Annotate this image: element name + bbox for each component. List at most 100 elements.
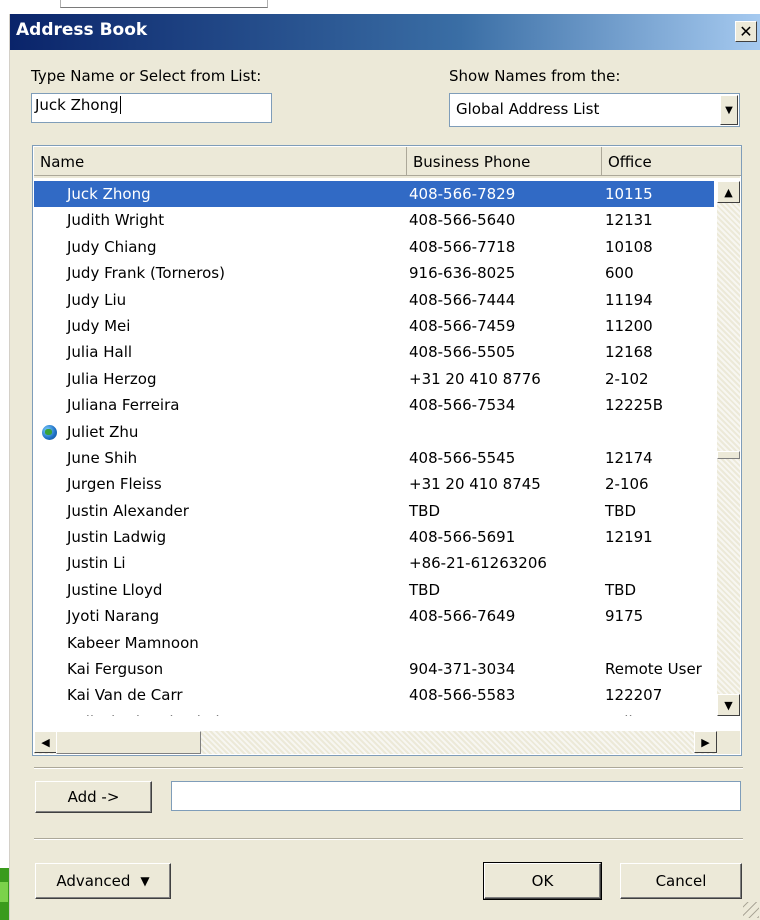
vertical-scroll-thumb[interactable]	[717, 451, 740, 459]
office-cell: TBD	[605, 501, 637, 520]
table-row[interactable]: Julia Herzog +31 20 410 8776 2-102	[34, 366, 714, 392]
column-header-name[interactable]: Name	[34, 147, 407, 176]
column-header-business-phone[interactable]: Business Phone	[407, 147, 602, 176]
list-header: Name Business Phone Office	[34, 147, 741, 178]
office-cell: 12191	[605, 528, 653, 547]
scroll-down-button[interactable]: ▼	[717, 694, 740, 716]
list-rows: Juck Zhong 408-566-7829 10115 Judith Wright…	[34, 181, 714, 716]
table-row[interactable]: Kabeer Mamnoon	[34, 630, 714, 656]
name-cell: Kailash Chandrashekar	[67, 713, 239, 716]
ok-button[interactable]: OK	[483, 862, 602, 900]
business-phone-cell: +31 20 410 8776	[409, 369, 541, 388]
business-phone-cell: 408-566-5583	[409, 686, 516, 705]
horizontal-scrollbar[interactable]: ◀ ▶	[34, 731, 717, 754]
dropdown-button[interactable]: ▼	[720, 95, 738, 125]
chevron-down-icon: ▼	[725, 104, 733, 116]
arrow-down-icon: ▼	[724, 698, 733, 712]
name-cell: Judith Wright	[67, 211, 165, 230]
table-row[interactable]: Kai Van de Carr 408-566-5583 122207	[34, 682, 714, 708]
table-row[interactable]: Justin Li +86-21-61263206	[34, 550, 714, 576]
office-cell: TBD	[605, 580, 637, 599]
office-cell: 10108	[605, 237, 653, 256]
office-cell: 9175	[605, 607, 644, 626]
title-bar[interactable]: Address Book ✕	[10, 14, 760, 50]
scroll-corner	[717, 731, 740, 754]
table-row[interactable]: Judy Chiang 408-566-7718 10108	[34, 234, 714, 260]
table-row[interactable]: June Shih 408-566-5545 12174	[34, 445, 714, 471]
table-row[interactable]: Judy Mei 408-566-7459 11200	[34, 313, 714, 339]
add-recipients-field[interactable]	[171, 781, 741, 811]
table-row[interactable]: Julia Hall 408-566-5505 12168	[34, 339, 714, 365]
business-phone-cell: 408-566-7829	[409, 185, 516, 203]
address-list-select[interactable]: Global Address List ▼	[449, 93, 740, 127]
office-cell: 11194	[605, 290, 653, 309]
name-cell: Kai Ferguson	[67, 660, 164, 679]
table-row[interactable]: Justin Ladwig 408-566-5691 12191	[34, 524, 714, 550]
name-cell: Justin Ladwig	[67, 528, 167, 547]
scroll-left-button[interactable]: ◀	[34, 731, 57, 753]
chevron-down-icon: ▼	[140, 874, 150, 888]
add-button[interactable]: Add ->	[35, 781, 152, 813]
name-cell: Jurgen Fleiss	[67, 475, 162, 494]
name-cell: Juck Zhong	[67, 185, 151, 203]
table-row[interactable]: Kai Ferguson 904-371-3034 Remote User	[34, 656, 714, 682]
name-cell: Judy Liu	[67, 290, 127, 309]
business-phone-cell: 408-566-5505	[409, 343, 516, 362]
close-button[interactable]: ✕	[735, 21, 757, 42]
business-phone-cell: 408-566-7459	[409, 316, 516, 335]
window-title: Address Book	[16, 20, 148, 40]
office-cell: 2-102	[605, 369, 649, 388]
arrow-up-icon: ▲	[724, 185, 733, 199]
close-icon: ✕	[739, 22, 753, 41]
column-header-office[interactable]: Office	[602, 147, 741, 176]
business-phone-cell: 408-566-5691	[409, 528, 516, 547]
search-input-value: Juck Zhong	[35, 96, 119, 114]
separator	[34, 767, 743, 769]
scroll-up-button[interactable]: ▲	[717, 181, 740, 203]
table-row[interactable]: Juliet Zhu	[34, 419, 714, 445]
address-list-selected: Global Address List	[456, 100, 600, 118]
table-row[interactable]: Jyoti Narang 408-566-7649 9175	[34, 603, 714, 629]
office-cell: 12168	[605, 343, 653, 362]
name-list[interactable]: Name Business Phone Office Juck Zhong 408…	[32, 145, 742, 756]
business-phone-cell: TBD	[409, 580, 441, 599]
advanced-button[interactable]: Advanced ▼	[35, 863, 171, 899]
name-cell: Jyoti Narang	[67, 607, 160, 626]
vertical-scrollbar[interactable]: ▲ ▼	[717, 181, 740, 716]
resize-grip[interactable]	[743, 902, 759, 918]
scroll-right-button[interactable]: ▶	[694, 731, 717, 753]
search-input[interactable]: Juck Zhong	[31, 93, 272, 123]
advanced-label: Advanced	[56, 872, 131, 890]
business-phone-cell: 080-22286377 Ext	[409, 713, 548, 716]
table-row[interactable]: Kailash Chandrashekar 080-22286377 Ext Ind…	[34, 709, 714, 716]
table-row[interactable]: Justine Lloyd TBD TBD	[34, 577, 714, 603]
name-cell: Julia Hall	[67, 343, 133, 362]
name-cell: Judy Frank (Torneros)	[67, 264, 225, 283]
name-cell: Julia Herzog	[67, 369, 157, 388]
arrow-left-icon: ◀	[41, 735, 50, 749]
office-cell: 122207	[605, 686, 663, 705]
table-row[interactable]: Juliana Ferreira 408-566-7534 12225B	[34, 392, 714, 418]
globe-icon	[42, 424, 57, 440]
business-phone-cell: 408-566-7718	[409, 237, 516, 256]
business-phone-cell: 408-566-7649	[409, 607, 516, 626]
table-row[interactable]: Juck Zhong 408-566-7829 10115	[34, 181, 714, 208]
name-cell: Juliana Ferreira	[67, 396, 180, 415]
horizontal-scroll-thumb[interactable]	[56, 731, 201, 754]
name-cell: June Shih	[67, 448, 138, 467]
source-label: Show Names from the:	[449, 67, 621, 85]
office-cell: 10115	[605, 185, 653, 203]
search-label: Type Name or Select from List:	[31, 67, 262, 85]
table-row[interactable]: Justin Alexander TBD TBD	[34, 498, 714, 524]
table-row[interactable]: Judy Liu 408-566-7444 11194	[34, 287, 714, 313]
table-row[interactable]: Judy Frank (Torneros) 916-636-8025 600	[34, 260, 714, 286]
background-tab	[60, 0, 268, 8]
office-cell: 11200	[605, 316, 653, 335]
table-row[interactable]: Judith Wright 408-566-5640 12131	[34, 207, 714, 233]
cancel-button[interactable]: Cancel	[620, 863, 742, 899]
table-row[interactable]: Jurgen Fleiss +31 20 410 8745 2-106	[34, 471, 714, 497]
business-phone-cell: +86-21-61263206	[409, 554, 547, 573]
name-cell: Justin Li	[67, 554, 126, 573]
business-phone-cell: 916-636-8025	[409, 264, 516, 283]
separator-bottom	[34, 838, 743, 840]
